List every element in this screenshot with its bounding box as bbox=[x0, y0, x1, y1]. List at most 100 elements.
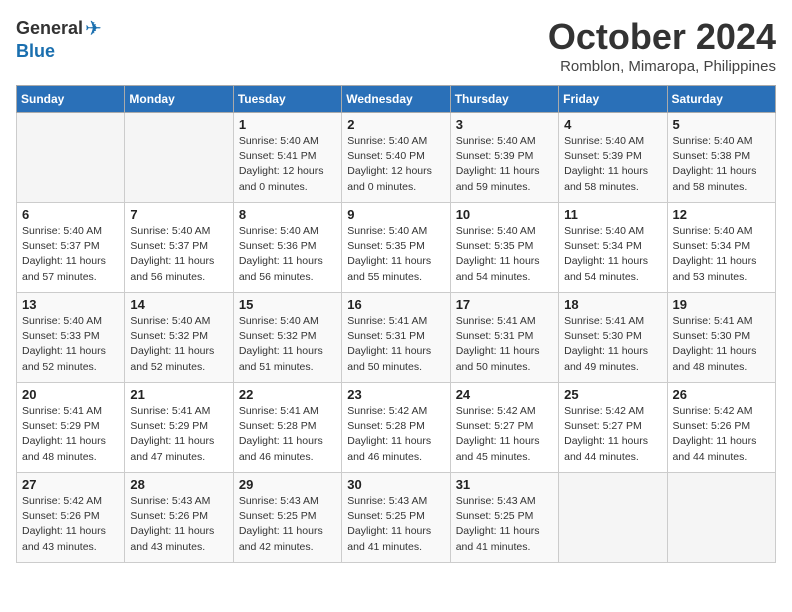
day-info: Sunrise: 5:40 AMSunset: 5:41 PMDaylight:… bbox=[239, 134, 336, 195]
day-number: 12 bbox=[673, 207, 770, 222]
day-info: Sunrise: 5:40 AMSunset: 5:39 PMDaylight:… bbox=[564, 134, 661, 195]
day-info: Sunrise: 5:41 AMSunset: 5:30 PMDaylight:… bbox=[564, 314, 661, 375]
day-number: 2 bbox=[347, 117, 444, 132]
day-number: 21 bbox=[130, 387, 227, 402]
calendar-week-row: 6Sunrise: 5:40 AMSunset: 5:37 PMDaylight… bbox=[17, 203, 776, 293]
day-number: 10 bbox=[456, 207, 553, 222]
location-text: Romblon, Mimaropa, Philippines bbox=[548, 58, 776, 75]
table-row: 20 Sunrise: 5:41 AMSunset: 5:29 PMDayligh… bbox=[17, 383, 125, 473]
table-row: 8 Sunrise: 5:40 AMSunset: 5:36 PMDaylight… bbox=[233, 203, 341, 293]
day-info: Sunrise: 5:40 AMSunset: 5:32 PMDaylight:… bbox=[130, 314, 227, 375]
day-number: 1 bbox=[239, 117, 336, 132]
day-info: Sunrise: 5:43 AMSunset: 5:25 PMDaylight:… bbox=[456, 494, 553, 555]
day-number: 4 bbox=[564, 117, 661, 132]
logo: General ✈ Blue bbox=[16, 16, 102, 62]
table-row: 24 Sunrise: 5:42 AMSunset: 5:27 PMDayligh… bbox=[450, 383, 558, 473]
day-info: Sunrise: 5:43 AMSunset: 5:25 PMDaylight:… bbox=[347, 494, 444, 555]
table-row: 27Sunrise: 5:42 AMSunset: 5:26 PMDayligh… bbox=[17, 473, 125, 563]
calendar-header-row: Sunday Monday Tuesday Wednesday Thursday… bbox=[17, 86, 776, 113]
table-row: 16 Sunrise: 5:41 AMSunset: 5:31 PMDayligh… bbox=[342, 293, 450, 383]
day-info: Sunrise: 5:40 AMSunset: 5:40 PMDaylight:… bbox=[347, 134, 444, 195]
day-number: 31 bbox=[456, 477, 553, 492]
table-row: 3Sunrise: 5:40 AMSunset: 5:39 PMDaylight… bbox=[450, 113, 558, 203]
calendar-week-row: 1 Sunrise: 5:40 AMSunset: 5:41 PMDaylight… bbox=[17, 113, 776, 203]
col-saturday: Saturday bbox=[667, 86, 775, 113]
table-row bbox=[667, 473, 775, 563]
day-info: Sunrise: 5:40 AMSunset: 5:35 PMDaylight:… bbox=[347, 224, 444, 285]
table-row: 21 Sunrise: 5:41 AMSunset: 5:29 PMDayligh… bbox=[125, 383, 233, 473]
table-row: 23 Sunrise: 5:42 AMSunset: 5:28 PMDayligh… bbox=[342, 383, 450, 473]
table-row: 9 Sunrise: 5:40 AMSunset: 5:35 PMDaylight… bbox=[342, 203, 450, 293]
day-info: Sunrise: 5:40 AMSunset: 5:38 PMDaylight:… bbox=[673, 134, 770, 195]
day-number: 19 bbox=[673, 297, 770, 312]
calendar-week-row: 13 Sunrise: 5:40 AMSunset: 5:33 PMDayligh… bbox=[17, 293, 776, 383]
day-info: Sunrise: 5:41 AMSunset: 5:31 PMDaylight:… bbox=[456, 314, 553, 375]
day-info: Sunrise: 5:43 AMSunset: 5:26 PMDaylight:… bbox=[130, 494, 227, 555]
day-info: Sunrise: 5:40 AMSunset: 5:37 PMDaylight:… bbox=[22, 224, 119, 285]
day-number: 17 bbox=[456, 297, 553, 312]
table-row: 18 Sunrise: 5:41 AMSunset: 5:30 PMDayligh… bbox=[559, 293, 667, 383]
calendar-week-row: 20 Sunrise: 5:41 AMSunset: 5:29 PMDayligh… bbox=[17, 383, 776, 473]
day-number: 11 bbox=[564, 207, 661, 222]
table-row: 29Sunrise: 5:43 AMSunset: 5:25 PMDayligh… bbox=[233, 473, 341, 563]
day-info: Sunrise: 5:42 AMSunset: 5:27 PMDaylight:… bbox=[456, 404, 553, 465]
table-row bbox=[125, 113, 233, 203]
day-info: Sunrise: 5:41 AMSunset: 5:29 PMDaylight:… bbox=[130, 404, 227, 465]
day-number: 15 bbox=[239, 297, 336, 312]
day-number: 30 bbox=[347, 477, 444, 492]
table-row: 5 Sunrise: 5:40 AMSunset: 5:38 PMDaylight… bbox=[667, 113, 775, 203]
table-row: 6Sunrise: 5:40 AMSunset: 5:37 PMDaylight… bbox=[17, 203, 125, 293]
day-info: Sunrise: 5:41 AMSunset: 5:31 PMDaylight:… bbox=[347, 314, 444, 375]
day-number: 25 bbox=[564, 387, 661, 402]
table-row: 7 Sunrise: 5:40 AMSunset: 5:37 PMDaylight… bbox=[125, 203, 233, 293]
day-info: Sunrise: 5:42 AMSunset: 5:27 PMDaylight:… bbox=[564, 404, 661, 465]
day-number: 28 bbox=[130, 477, 227, 492]
day-info: Sunrise: 5:41 AMSunset: 5:28 PMDaylight:… bbox=[239, 404, 336, 465]
day-info: Sunrise: 5:40 AMSunset: 5:37 PMDaylight:… bbox=[130, 224, 227, 285]
table-row bbox=[559, 473, 667, 563]
table-row: 15Sunrise: 5:40 AMSunset: 5:32 PMDayligh… bbox=[233, 293, 341, 383]
day-number: 8 bbox=[239, 207, 336, 222]
day-number: 3 bbox=[456, 117, 553, 132]
day-number: 18 bbox=[564, 297, 661, 312]
day-info: Sunrise: 5:40 AMSunset: 5:33 PMDaylight:… bbox=[22, 314, 119, 375]
day-number: 16 bbox=[347, 297, 444, 312]
day-info: Sunrise: 5:42 AMSunset: 5:28 PMDaylight:… bbox=[347, 404, 444, 465]
table-row: 10Sunrise: 5:40 AMSunset: 5:35 PMDayligh… bbox=[450, 203, 558, 293]
table-row: 12 Sunrise: 5:40 AMSunset: 5:34 PMDayligh… bbox=[667, 203, 775, 293]
month-title: October 2024 bbox=[548, 16, 776, 58]
day-number: 26 bbox=[673, 387, 770, 402]
day-number: 22 bbox=[239, 387, 336, 402]
day-number: 23 bbox=[347, 387, 444, 402]
col-friday: Friday bbox=[559, 86, 667, 113]
col-wednesday: Wednesday bbox=[342, 86, 450, 113]
day-number: 7 bbox=[130, 207, 227, 222]
logo-bird-icon: ✈ bbox=[85, 16, 102, 41]
table-row: 19 Sunrise: 5:41 AMSunset: 5:30 PMDayligh… bbox=[667, 293, 775, 383]
day-info: Sunrise: 5:40 AMSunset: 5:34 PMDaylight:… bbox=[564, 224, 661, 285]
day-number: 27 bbox=[22, 477, 119, 492]
table-row: 14Sunrise: 5:40 AMSunset: 5:32 PMDayligh… bbox=[125, 293, 233, 383]
day-number: 29 bbox=[239, 477, 336, 492]
col-monday: Monday bbox=[125, 86, 233, 113]
day-info: Sunrise: 5:42 AMSunset: 5:26 PMDaylight:… bbox=[673, 404, 770, 465]
table-row: 17 Sunrise: 5:41 AMSunset: 5:31 PMDayligh… bbox=[450, 293, 558, 383]
table-row: 25 Sunrise: 5:42 AMSunset: 5:27 PMDayligh… bbox=[559, 383, 667, 473]
day-number: 9 bbox=[347, 207, 444, 222]
calendar-week-row: 27Sunrise: 5:42 AMSunset: 5:26 PMDayligh… bbox=[17, 473, 776, 563]
day-info: Sunrise: 5:41 AMSunset: 5:29 PMDaylight:… bbox=[22, 404, 119, 465]
table-row: 28 Sunrise: 5:43 AMSunset: 5:26 PMDayligh… bbox=[125, 473, 233, 563]
table-row: 4 Sunrise: 5:40 AMSunset: 5:39 PMDaylight… bbox=[559, 113, 667, 203]
day-number: 13 bbox=[22, 297, 119, 312]
day-info: Sunrise: 5:40 AMSunset: 5:36 PMDaylight:… bbox=[239, 224, 336, 285]
day-number: 5 bbox=[673, 117, 770, 132]
col-sunday: Sunday bbox=[17, 86, 125, 113]
day-info: Sunrise: 5:40 AMSunset: 5:34 PMDaylight:… bbox=[673, 224, 770, 285]
day-number: 20 bbox=[22, 387, 119, 402]
table-row: 2 Sunrise: 5:40 AMSunset: 5:40 PMDaylight… bbox=[342, 113, 450, 203]
day-info: Sunrise: 5:41 AMSunset: 5:30 PMDaylight:… bbox=[673, 314, 770, 375]
col-thursday: Thursday bbox=[450, 86, 558, 113]
table-row: 30 Sunrise: 5:43 AMSunset: 5:25 PMDayligh… bbox=[342, 473, 450, 563]
table-row: 31 Sunrise: 5:43 AMSunset: 5:25 PMDayligh… bbox=[450, 473, 558, 563]
day-number: 24 bbox=[456, 387, 553, 402]
